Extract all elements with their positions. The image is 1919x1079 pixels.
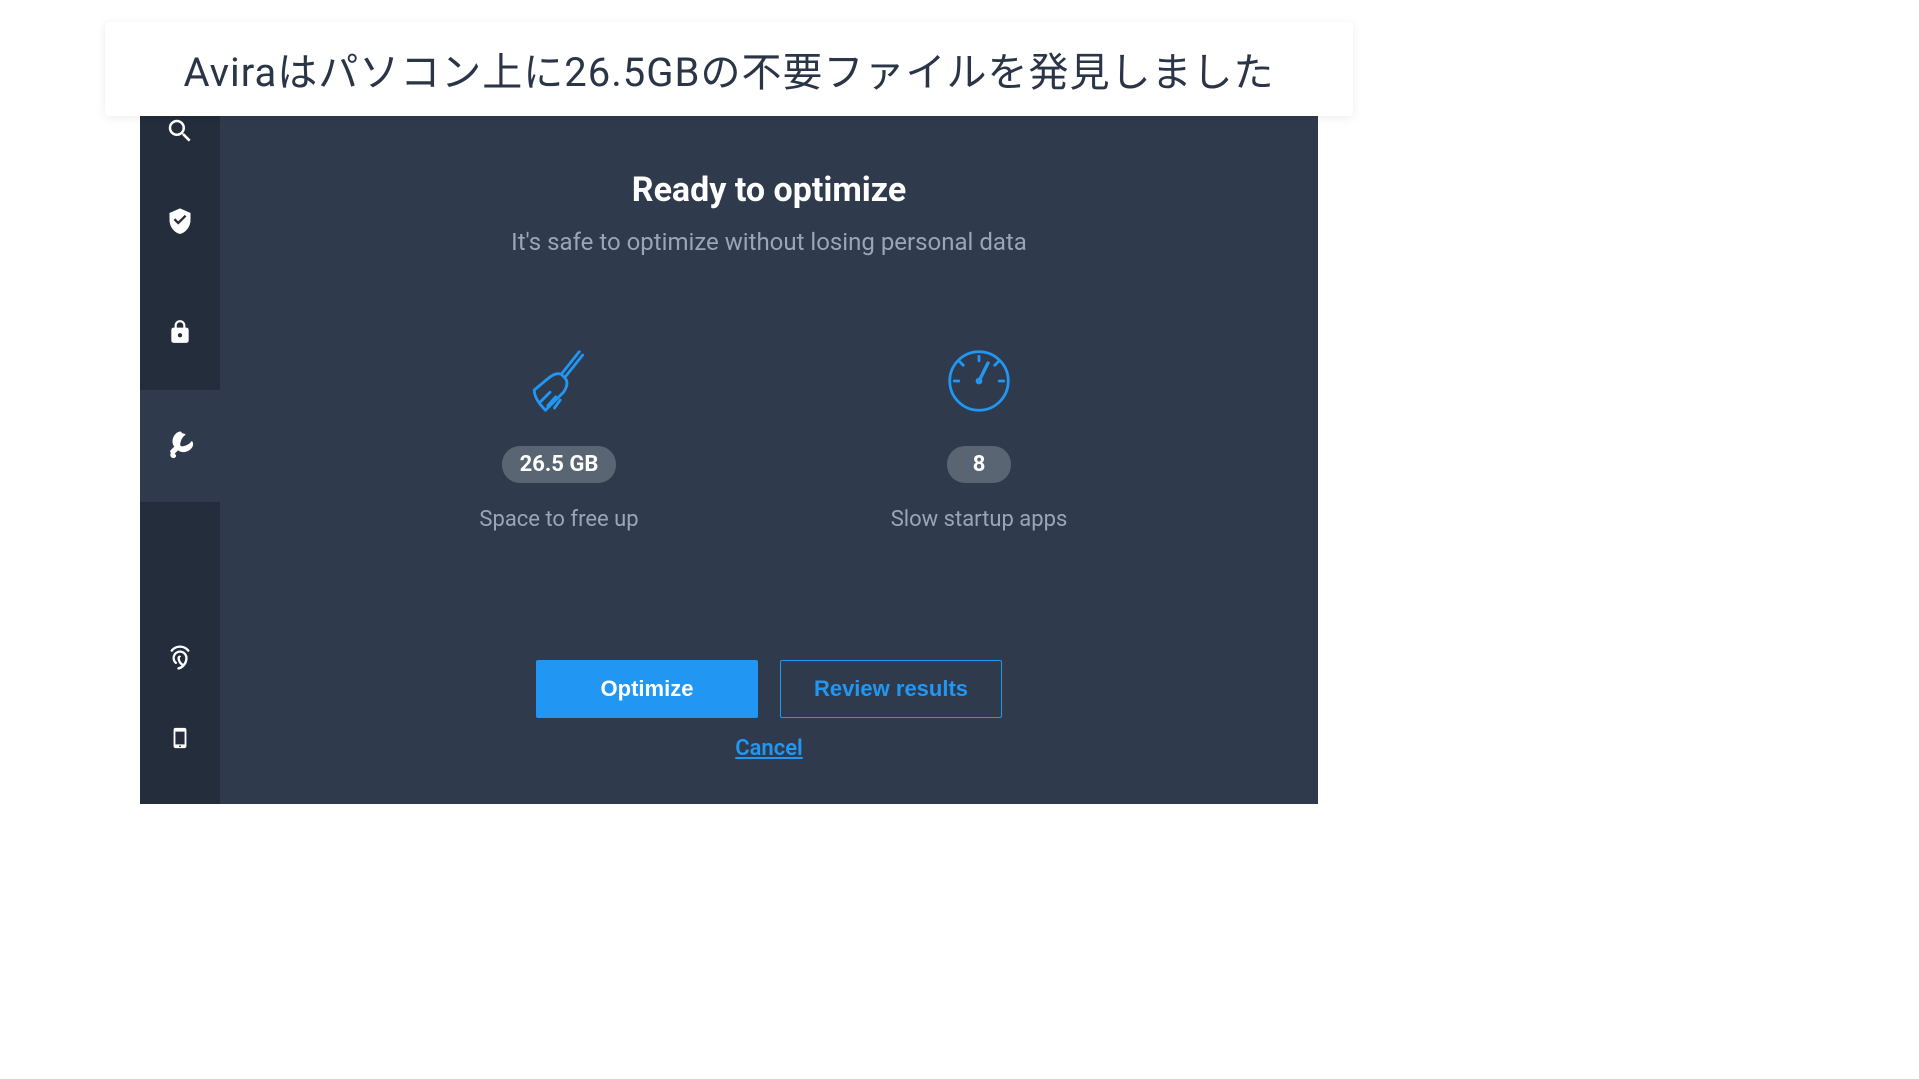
broom-icon xyxy=(523,346,595,416)
sidebar-item-performance[interactable] xyxy=(140,390,220,502)
metric-startup: 8 Slow startup apps xyxy=(869,346,1089,532)
sidebar xyxy=(140,116,220,804)
action-row: Optimize Review results xyxy=(536,660,1002,718)
startup-label: Slow startup apps xyxy=(891,507,1068,532)
sidebar-item-identity[interactable] xyxy=(140,620,220,700)
annotation-banner: Aviraはパソコン上に26.5GBの不要ファイルを発見しました xyxy=(105,22,1353,116)
metric-space: 26.5 GB Space to free up xyxy=(449,346,669,532)
fingerprint-icon xyxy=(165,643,195,677)
lock-icon xyxy=(167,319,193,349)
magnifier-icon xyxy=(165,116,195,150)
space-label: Space to free up xyxy=(479,507,638,532)
metrics-row: 26.5 GB Space to free up xyxy=(449,346,1089,532)
app-window: Ready to optimize It's safe to optimize … xyxy=(140,116,1318,804)
sidebar-item-security[interactable] xyxy=(140,166,220,278)
sidebar-item-mobile[interactable] xyxy=(140,700,220,780)
phone-icon xyxy=(169,724,191,756)
shield-check-icon xyxy=(166,206,194,238)
rocket-icon xyxy=(165,429,195,463)
sidebar-item-scan[interactable] xyxy=(140,116,220,166)
space-badge: 26.5 GB xyxy=(502,446,617,483)
banner-text: Aviraはパソコン上に26.5GBの不要ファイルを発見しました xyxy=(184,49,1275,96)
main-content: Ready to optimize It's safe to optimize … xyxy=(220,116,1318,804)
gauge-icon xyxy=(943,346,1015,416)
optimize-button[interactable]: Optimize xyxy=(536,660,758,718)
page-title: Ready to optimize xyxy=(632,170,906,210)
review-results-button[interactable]: Review results xyxy=(780,660,1002,718)
startup-badge: 8 xyxy=(947,446,1012,483)
sidebar-item-privacy[interactable] xyxy=(140,278,220,390)
page-subtitle: It's safe to optimize without losing per… xyxy=(511,228,1027,256)
cancel-link[interactable]: Cancel xyxy=(735,736,803,761)
